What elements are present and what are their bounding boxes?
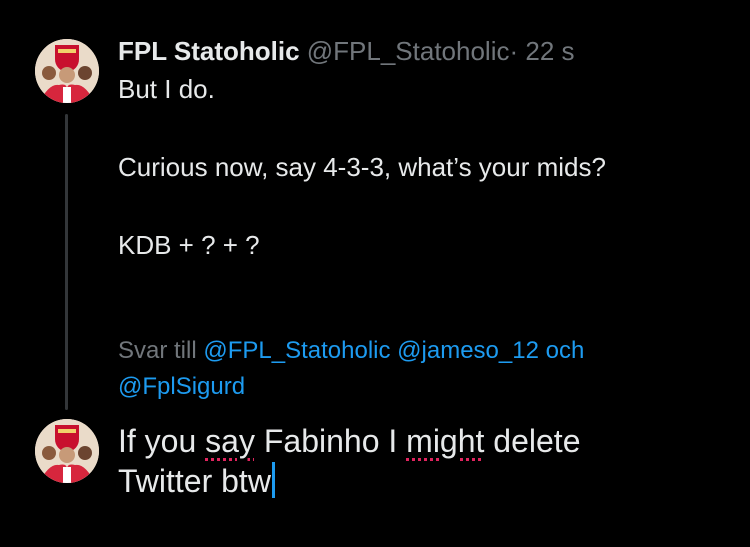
tweet-text-line: But I do. [118, 74, 215, 104]
separator: · [509, 36, 519, 66]
avatar[interactable] [35, 39, 99, 103]
mention-link[interactable]: @FplSigurd [118, 373, 245, 400]
reply-prefix: Svar till [118, 337, 197, 364]
mention-link[interactable]: @FPL_Statoholic [203, 337, 390, 364]
arsenal-fan-avatar-icon [35, 39, 99, 103]
reply-to-line: Svar till @FPL_Statoholic @jameso_12 och… [118, 333, 678, 405]
tweet-text-line: Curious now, say 4-3-3, what’s your mids… [118, 152, 606, 182]
reply-compose-input[interactable]: If you say Fabinho I might delete Twitter… [118, 421, 718, 501]
avatar[interactable] [35, 419, 99, 483]
display-name[interactable]: FPL Statoholic [118, 36, 300, 66]
mention-conjunction: och [545, 337, 585, 364]
user-handle[interactable]: @FPL_Statoholic [307, 36, 510, 66]
compose-text: delete [484, 423, 581, 459]
tweet-header: FPL Statoholic @FPL_Statoholic· 22 s [118, 34, 575, 68]
compose-text: Twitter btw [118, 463, 271, 499]
mention-link[interactable]: @jameso_12 [397, 337, 539, 364]
arsenal-fan-avatar-icon [35, 419, 99, 483]
misspelled-word: say [205, 423, 255, 459]
compose-text: If you [118, 423, 206, 459]
text-cursor [271, 462, 275, 498]
misspelled-word: might [406, 423, 485, 459]
compose-text: Fabinho I [254, 423, 407, 459]
tweet-time[interactable]: 22 s [525, 36, 574, 66]
thread-connector-line [65, 114, 68, 410]
tweet-text-line: KDB + ? + ? [118, 230, 260, 260]
